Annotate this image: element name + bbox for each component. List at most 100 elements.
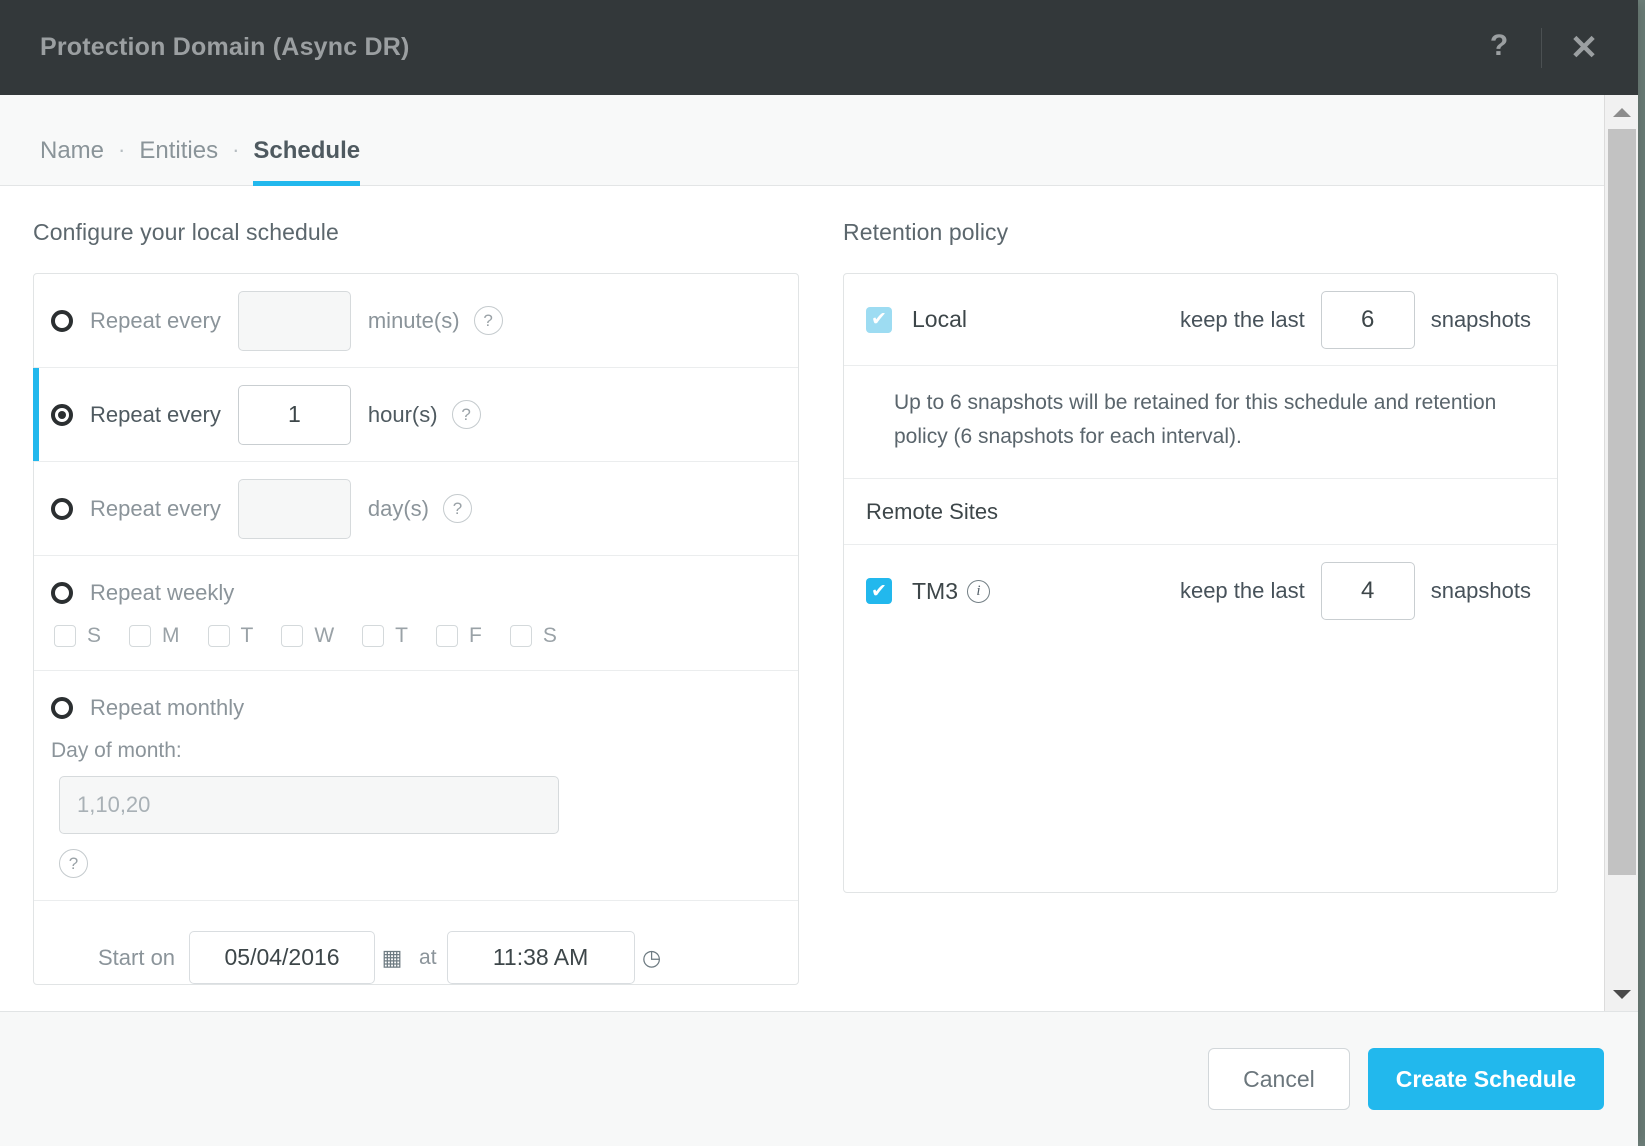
scrollbar-thumb[interactable] (1608, 129, 1636, 875)
schedule-heading: Configure your local schedule (33, 219, 836, 246)
retention-local-snapshots-label: snapshots (1431, 307, 1531, 333)
repeat-monthly-row[interactable]: Repeat monthly Day of month: ? (34, 671, 798, 901)
weekday-friday[interactable]: F (436, 624, 482, 648)
retention-pane: Retention policy ✔ Local keep the last s… (836, 186, 1604, 1011)
retention-local-count-input[interactable] (1321, 291, 1415, 349)
repeat-minutes-input[interactable] (238, 291, 351, 351)
schedule-pane: Configure your local schedule Repeat eve… (0, 186, 836, 1011)
remote-sites-header: Remote Sites (844, 479, 1557, 545)
day-of-month-help-icon[interactable]: ? (59, 849, 88, 878)
repeat-days-help-icon[interactable]: ? (443, 494, 472, 523)
repeat-hours-row[interactable]: Repeat every hour(s) ? (34, 368, 798, 462)
vertical-scrollbar[interactable] (1604, 95, 1638, 1011)
modal-title: Protection Domain (Async DR) (40, 33, 410, 62)
weekday-saturday-checkbox[interactable] (510, 625, 532, 647)
repeat-days-radio[interactable] (51, 498, 73, 520)
repeat-hours-input[interactable] (238, 385, 351, 445)
clock-icon[interactable]: ◷ (635, 945, 669, 971)
repeat-monthly-radio[interactable] (51, 697, 73, 719)
repeat-hours-unit: hour(s) (368, 402, 438, 428)
repeat-days-input[interactable] (238, 479, 351, 539)
weekday-saturday-label: S (543, 624, 557, 648)
schedule-card: Repeat every minute(s) ? Repeat every (33, 273, 799, 985)
retention-remote-keep-label: keep the last (1180, 578, 1305, 604)
weekday-wednesday[interactable]: W (281, 624, 334, 648)
retention-remote-checkbox[interactable]: ✔ (866, 578, 892, 604)
repeat-days-unit: day(s) (368, 496, 429, 522)
cancel-button[interactable]: Cancel (1208, 1048, 1350, 1110)
modal-footer: Cancel Create Schedule (0, 1011, 1638, 1146)
panes-container: Configure your local schedule Repeat eve… (0, 186, 1604, 1011)
retention-local-row[interactable]: ✔ Local keep the last snapshots (844, 274, 1557, 366)
modal-titlebar: Protection Domain (Async DR) ? ✕ (0, 0, 1638, 95)
repeat-days-row[interactable]: Repeat every day(s) ? (34, 462, 798, 556)
retention-local-label: Local (912, 306, 967, 333)
scroll-up-arrow-icon[interactable] (1605, 95, 1639, 129)
weekday-sunday-label: S (87, 624, 101, 648)
breadcrumb-item-schedule[interactable]: Schedule (253, 137, 360, 185)
weekday-monday[interactable]: M (129, 624, 180, 648)
retention-remote-label: TM3 (912, 578, 958, 605)
weekday-friday-label: F (469, 624, 482, 648)
weekday-monday-checkbox[interactable] (129, 625, 151, 647)
retention-remote-row[interactable]: ✔ TM3 i keep the last snapshots (844, 545, 1557, 637)
repeat-weekly-label: Repeat weekly (90, 580, 234, 606)
weekday-sunday-checkbox[interactable] (54, 625, 76, 647)
retention-remote-snapshots-label: snapshots (1431, 578, 1531, 604)
weekday-wednesday-label: W (314, 624, 334, 648)
breadcrumb-item-entities[interactable]: Entities (139, 137, 218, 185)
scroll-down-arrow-icon[interactable] (1605, 977, 1639, 1011)
weekday-wednesday-checkbox[interactable] (281, 625, 303, 647)
create-schedule-button[interactable]: Create Schedule (1368, 1048, 1604, 1110)
weekday-thursday[interactable]: T (362, 624, 408, 648)
repeat-monthly-label: Repeat monthly (90, 695, 244, 721)
scrollbar-track[interactable] (1605, 129, 1639, 977)
breadcrumb-separator: · (104, 137, 139, 185)
repeat-minutes-radio[interactable] (51, 310, 73, 332)
breadcrumb-separator: · (218, 137, 253, 185)
close-icon[interactable]: ✕ (1556, 31, 1612, 65)
calendar-icon[interactable]: ▦ (375, 945, 409, 971)
retention-local-checkbox[interactable]: ✔ (866, 307, 892, 333)
repeat-weekly-row[interactable]: Repeat weekly S M (34, 556, 798, 671)
start-at-label: at (419, 946, 437, 970)
retention-note: Up to 6 snapshots will be retained for t… (844, 366, 1557, 479)
modal-body: Name · Entities · Schedule Configure you… (0, 95, 1638, 1011)
weekday-tuesday-label: T (241, 624, 254, 648)
weekday-sunday[interactable]: S (54, 624, 101, 648)
titlebar-divider (1541, 28, 1542, 68)
weekday-tuesday-checkbox[interactable] (208, 625, 230, 647)
breadcrumb: Name · Entities · Schedule (0, 95, 1604, 186)
weekday-saturday[interactable]: S (510, 624, 557, 648)
repeat-minutes-help-icon[interactable]: ? (474, 306, 503, 335)
weekday-monday-label: M (162, 624, 180, 648)
repeat-hours-label: Repeat every (90, 402, 221, 428)
weekday-checkbox-group: S M T (51, 624, 798, 648)
repeat-days-label: Repeat every (90, 496, 221, 522)
breadcrumb-item-name[interactable]: Name (40, 137, 104, 185)
repeat-weekly-radio[interactable] (51, 582, 73, 604)
titlebar-actions: ? ✕ (1471, 0, 1612, 95)
repeat-minutes-unit: minute(s) (368, 308, 460, 334)
info-icon[interactable]: i (967, 580, 990, 603)
start-date-input[interactable] (189, 931, 375, 984)
modal-content-column: Name · Entities · Schedule Configure you… (0, 95, 1604, 1011)
retention-local-keep-label: keep the last (1180, 307, 1305, 333)
weekday-thursday-label: T (395, 624, 408, 648)
weekday-tuesday[interactable]: T (208, 624, 254, 648)
retention-card: ✔ Local keep the last snapshots Up to 6 … (843, 273, 1558, 893)
weekday-friday-checkbox[interactable] (436, 625, 458, 647)
retention-remote-count-input[interactable] (1321, 562, 1415, 620)
weekday-thursday-checkbox[interactable] (362, 625, 384, 647)
repeat-minutes-row[interactable]: Repeat every minute(s) ? (34, 274, 798, 368)
start-on-row: Start on ▦ at ◷ (34, 901, 798, 984)
help-icon[interactable]: ? (1471, 31, 1527, 64)
day-of-month-input[interactable] (59, 776, 559, 834)
repeat-hours-help-icon[interactable]: ? (452, 400, 481, 429)
repeat-hours-radio[interactable] (51, 404, 73, 426)
protection-domain-modal: Protection Domain (Async DR) ? ✕ Name · … (0, 0, 1638, 1146)
start-on-label: Start on (98, 945, 175, 971)
start-time-input[interactable] (447, 931, 635, 984)
retention-heading: Retention policy (843, 219, 1558, 246)
repeat-minutes-label: Repeat every (90, 308, 221, 334)
